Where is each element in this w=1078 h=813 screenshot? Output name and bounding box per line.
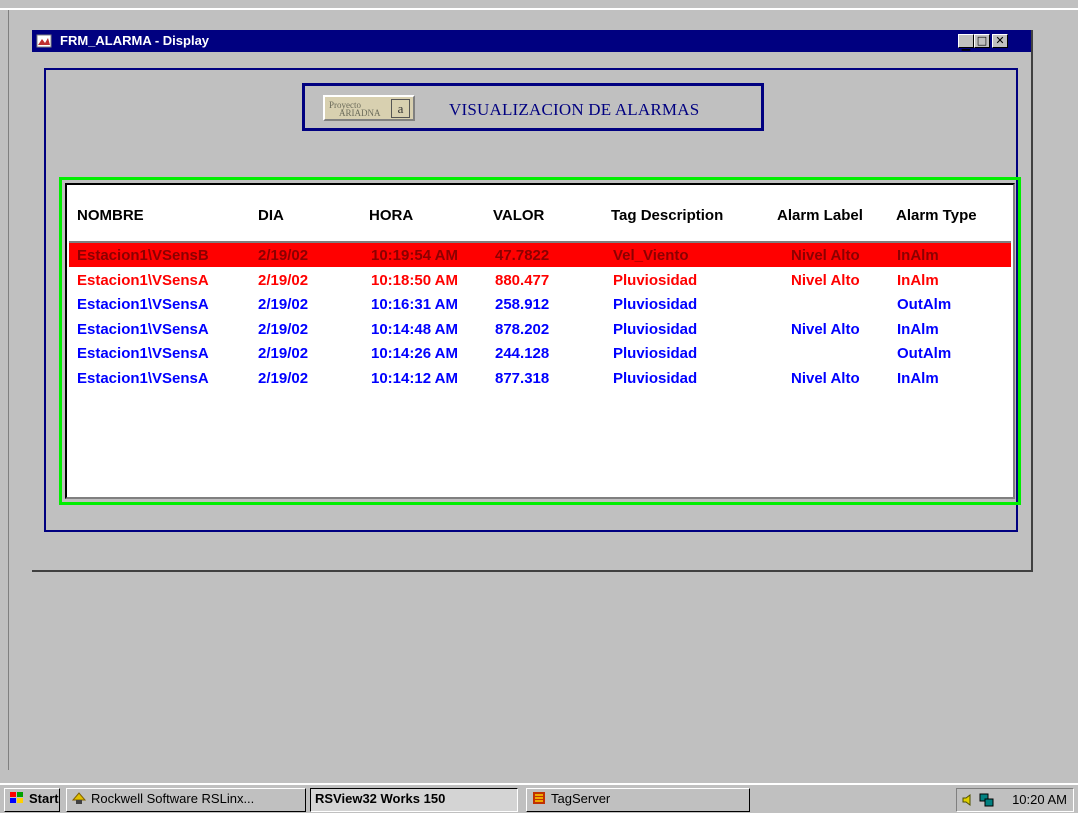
desktop-frame-left — [8, 10, 9, 770]
cell-nombre: Estacion1\VSensA — [77, 320, 209, 338]
app-window-icon — [36, 34, 52, 48]
table-row[interactable]: Estacion1\VSensA 2/19/02 10:16:31 AM 258.91… — [69, 292, 1011, 316]
cell-alarm-type: InAlm — [897, 369, 939, 387]
maximize-icon: □ — [976, 34, 988, 47]
table-row[interactable]: Estacion1\VSensA 2/19/02 10:14:26 AM 244.12… — [69, 341, 1011, 365]
cell-dia: 2/19/02 — [258, 271, 309, 289]
cell-alarm-label: Nivel Alto — [791, 247, 860, 264]
start-label: Start — [29, 791, 59, 806]
taskbar-item-label: Rockwell Software RSLinx... — [91, 791, 255, 806]
cell-alarm-label: Nivel Alto — [791, 369, 860, 387]
logo-line2: ARIADNA — [339, 108, 381, 118]
cell-hora: 10:14:48 AM — [371, 320, 458, 338]
maximize-button[interactable]: □ — [974, 34, 990, 48]
table-row[interactable]: Estacion1\VSensB 2/19/02 10:19:54 AM 47.782… — [69, 243, 1011, 267]
cell-hora: 10:14:12 AM — [371, 369, 458, 387]
cell-nombre: Estacion1\VSensA — [77, 296, 209, 313]
minimize-icon: ▁ — [961, 38, 971, 51]
cell-dia: 2/19/02 — [258, 320, 309, 338]
network-icon[interactable] — [979, 792, 995, 808]
close-icon: ✕ — [995, 34, 1005, 47]
taskbar: Start Rockwell Software RSLinx... RSView… — [0, 783, 1078, 813]
cell-tag-description: Vel_Viento — [613, 247, 689, 264]
ariadna-logo: Proyecto ARIADNA a — [323, 95, 415, 121]
windows-logo-icon — [10, 792, 23, 803]
minimize-button[interactable]: ▁ — [958, 34, 974, 51]
logo-mark-icon: a — [391, 99, 410, 118]
close-button[interactable]: ✕ — [992, 34, 1008, 48]
column-header-dia[interactable]: DIA — [258, 207, 284, 224]
cell-tag-description: Pluviosidad — [613, 345, 698, 362]
column-header-alarm-label[interactable]: Alarm Label — [777, 207, 863, 224]
cell-nombre: Estacion1\VSensA — [77, 271, 209, 289]
cell-alarm-type: InAlm — [897, 247, 939, 264]
cell-hora: 10:18:50 AM — [371, 271, 458, 289]
cell-nombre: Estacion1\VSensB — [77, 247, 209, 264]
cell-hora: 10:19:54 AM — [371, 247, 458, 264]
column-header-valor[interactable]: VALOR — [493, 207, 544, 224]
window-title: FRM_ALARMA - Display — [60, 33, 210, 48]
cell-alarm-label: Nivel Alto — [791, 320, 860, 338]
cell-hora: 10:14:26 AM — [371, 345, 458, 362]
tagserver-icon — [533, 792, 545, 804]
taskbar-item-rslinx[interactable]: Rockwell Software RSLinx... — [66, 788, 306, 812]
start-button[interactable]: Start — [4, 788, 60, 812]
cell-hora: 10:16:31 AM — [371, 296, 458, 313]
column-header-tag-description[interactable]: Tag Description — [611, 207, 723, 224]
cell-alarm-type: InAlm — [897, 320, 939, 338]
page-title: VISUALIZACION DE ALARMAS — [449, 100, 700, 119]
cell-valor: 878.202 — [495, 320, 550, 338]
cell-valor: 880.477 — [495, 271, 550, 289]
cell-dia: 2/19/02 — [258, 369, 309, 387]
taskbar-clock: 10:20 AM — [1012, 792, 1067, 807]
cell-alarm-type: OutAlm — [897, 296, 952, 313]
taskbar-item-tagserver[interactable]: TagServer — [526, 788, 750, 812]
column-header-nombre[interactable]: NOMBRE — [77, 207, 144, 224]
cell-alarm-type: OutAlm — [897, 345, 952, 362]
taskbar-item-rsview32[interactable]: RSView32 Works 150 — [310, 788, 518, 812]
system-tray: 10:20 AM — [956, 788, 1074, 812]
column-header-hora[interactable]: HORA — [369, 207, 413, 224]
desktop-frame-top — [0, 8, 1078, 10]
taskbar-item-label: RSView32 Works 150 — [315, 791, 446, 806]
cell-dia: 2/19/02 — [258, 247, 309, 264]
cell-valor: 244.128 — [495, 345, 550, 362]
cell-alarm-label: Nivel Alto — [791, 271, 860, 289]
alarm-summary-table[interactable]: NOMBRE DIA HORA VALOR Tag Description Al… — [65, 183, 1015, 499]
cell-nombre: Estacion1\VSensA — [77, 345, 209, 362]
cell-valor: 258.912 — [495, 296, 550, 313]
cell-dia: 2/19/02 — [258, 296, 309, 313]
table-row[interactable]: Estacion1\VSensA 2/19/02 10:18:50 AM 880.47… — [69, 268, 1011, 292]
alarm-display-window: FRM_ALARMA - Display ▁ □ ✕ Proyecto ARIA… — [32, 30, 1033, 572]
title-bar[interactable]: FRM_ALARMA - Display ▁ □ ✕ — [32, 30, 1031, 52]
table-row[interactable]: Estacion1\VSensA 2/19/02 10:14:48 AM 878.20… — [69, 317, 1011, 341]
volume-icon[interactable] — [961, 792, 977, 808]
taskbar-item-label: TagServer — [551, 791, 611, 806]
cell-tag-description: Pluviosidad — [613, 296, 698, 313]
header-banner: Proyecto ARIADNA a VISUALIZACION DE ALAR… — [302, 83, 764, 131]
column-header-alarm-type[interactable]: Alarm Type — [896, 207, 977, 224]
cell-tag-description: Pluviosidad — [613, 271, 698, 289]
table-row[interactable]: Estacion1\VSensA 2/19/02 10:14:12 AM 877.31… — [69, 366, 1011, 390]
cell-dia: 2/19/02 — [258, 345, 309, 362]
cell-alarm-type: InAlm — [897, 271, 939, 289]
rslinx-icon — [71, 792, 87, 804]
cell-tag-description: Pluviosidad — [613, 320, 698, 338]
cell-valor: 877.318 — [495, 369, 550, 387]
cell-valor: 47.7822 — [495, 247, 550, 264]
cell-nombre: Estacion1\VSensA — [77, 369, 209, 387]
cell-tag-description: Pluviosidad — [613, 369, 698, 387]
